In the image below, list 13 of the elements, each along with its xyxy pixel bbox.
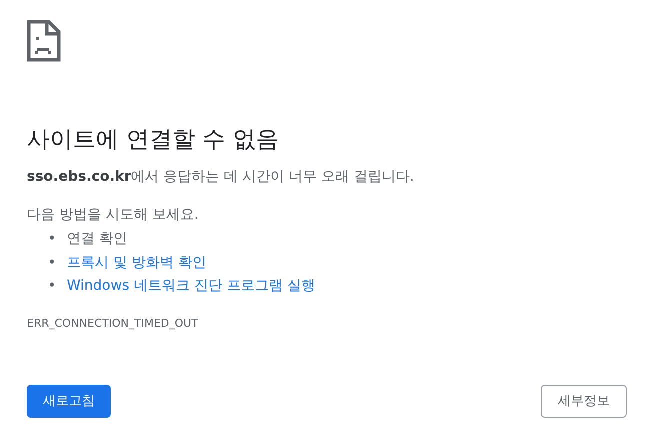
sad-page-icon xyxy=(27,20,61,62)
error-description: sso.ebs.co.kr에서 응답하는 데 시간이 너무 오래 걸립니다. xyxy=(27,168,416,187)
bullet: • xyxy=(48,277,58,296)
suggestion-link[interactable]: 프록시 및 방화벽 확인 xyxy=(67,252,206,275)
bullet: • xyxy=(48,230,58,249)
error-title: 사이트에 연결할 수 없음 xyxy=(27,126,280,155)
suggestion-link[interactable]: Windows 네트워크 진단 프로그램 실행 xyxy=(67,275,316,298)
details-button[interactable]: 세부정보 xyxy=(541,384,627,418)
suggestion-text: 연결 확인 xyxy=(67,230,128,249)
bullet: • xyxy=(48,254,58,272)
reload-button[interactable]: 새로고침 xyxy=(27,384,111,418)
error-code: ERR_CONNECTION_TIMED_OUT xyxy=(27,316,200,330)
suggestions-heading: 다음 방법을 시도해 보세요. xyxy=(27,206,200,225)
